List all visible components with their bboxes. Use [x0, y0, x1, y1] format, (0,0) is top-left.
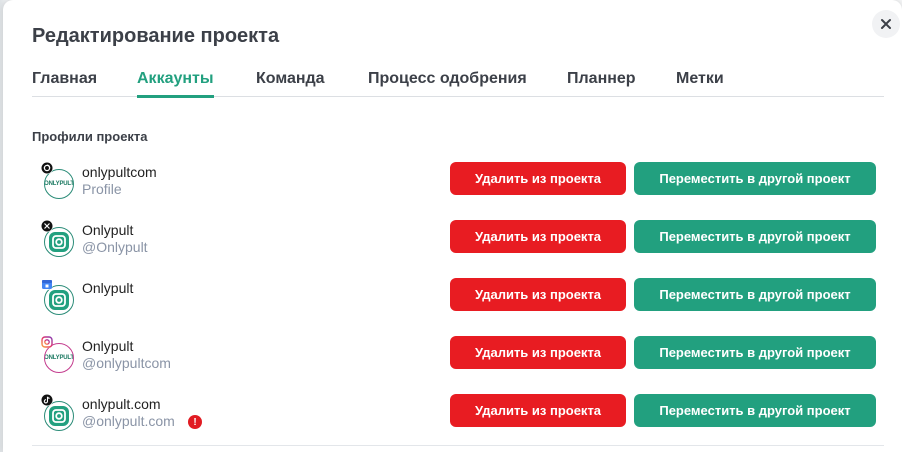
- tab-approval-process[interactable]: Процесс одобрения: [368, 70, 527, 97]
- account-handle: @onlypult.com: [82, 413, 175, 429]
- tab-accounts[interactable]: Аккаунты: [137, 70, 214, 98]
- tab-team[interactable]: Команда: [256, 70, 325, 97]
- instagram-icon: [41, 336, 53, 348]
- edit-project-modal: Редактирование проекта Главная Аккаунты …: [3, 0, 902, 452]
- account-row: Onlypult Удалить из проекта Переместить …: [32, 278, 884, 324]
- account-row: ONLYPULT Onlypult @onlypultcom Удалить и…: [32, 336, 884, 382]
- move-to-another-project-button[interactable]: Переместить в другой проект: [634, 394, 876, 427]
- account-handle: Profile: [82, 181, 122, 197]
- section-title: Профили проекта: [32, 129, 148, 144]
- remove-from-project-button[interactable]: Удалить из проекта: [450, 336, 626, 369]
- tab-planner[interactable]: Планнер: [567, 70, 636, 97]
- divider: [32, 445, 884, 446]
- avatar-logo-text: ONLYPULT: [44, 355, 74, 361]
- tab-main[interactable]: Главная: [32, 70, 97, 97]
- avatar-logo-text: ONLYPULT: [44, 181, 74, 187]
- account-name: Onlypult: [82, 338, 134, 354]
- remove-from-project-button[interactable]: Удалить из проекта: [450, 394, 626, 427]
- remove-from-project-button[interactable]: Удалить из проекта: [450, 162, 626, 195]
- camera-logo-icon: [49, 290, 69, 310]
- camera-logo-icon: [49, 406, 69, 426]
- camera-logo-icon: [49, 232, 69, 252]
- account-name: onlypultcom: [82, 164, 157, 180]
- account-handle: @onlypultcom: [82, 355, 171, 371]
- warning-icon[interactable]: !: [188, 415, 202, 429]
- remove-from-project-button[interactable]: Удалить из проекта: [450, 220, 626, 253]
- move-to-another-project-button[interactable]: Переместить в другой проект: [634, 278, 876, 311]
- close-button[interactable]: [872, 10, 900, 38]
- remove-from-project-button[interactable]: Удалить из проекта: [450, 278, 626, 311]
- google-business-icon: [41, 278, 53, 290]
- account-name: onlypult.com: [82, 396, 161, 412]
- modal-title: Редактирование проекта: [32, 25, 280, 47]
- close-icon: [881, 19, 891, 29]
- move-to-another-project-button[interactable]: Переместить в другой проект: [634, 162, 876, 195]
- account-name: Onlypult: [82, 222, 134, 238]
- move-to-another-project-button[interactable]: Переместить в другой проект: [634, 336, 876, 369]
- threads-icon: [41, 162, 53, 174]
- account-name: Onlypult: [82, 280, 134, 296]
- tab-labels[interactable]: Метки: [676, 70, 724, 97]
- tab-bar: Главная Аккаунты Команда Процесс одобрен…: [32, 70, 884, 98]
- move-to-another-project-button[interactable]: Переместить в другой проект: [634, 220, 876, 253]
- x-icon: [41, 220, 53, 232]
- account-row: Onlypult @Onlypult Удалить из проекта Пе…: [32, 220, 884, 266]
- account-row: onlypult.com @onlypult.com ! Удалить из …: [32, 394, 884, 440]
- account-handle: @Onlypult: [82, 239, 148, 255]
- account-row: ONLYPULT onlypultcom Profile Удалить из …: [32, 162, 884, 208]
- tiktok-icon: [41, 394, 53, 406]
